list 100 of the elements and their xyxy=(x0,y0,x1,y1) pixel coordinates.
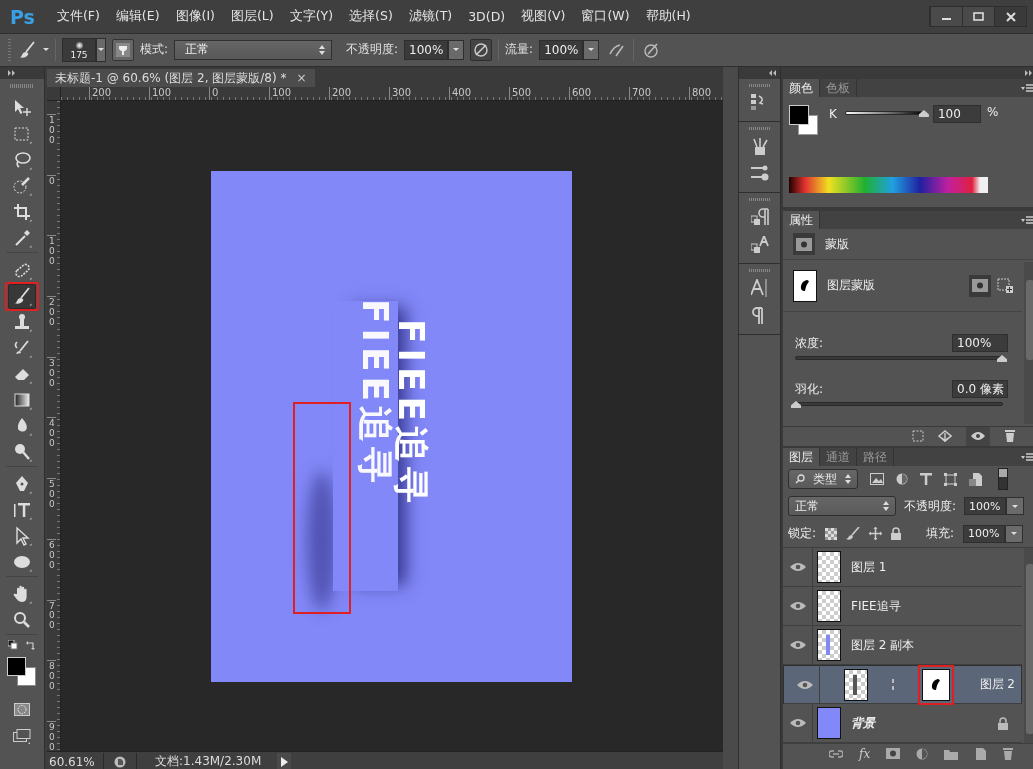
close-icon[interactable] xyxy=(1005,11,1016,22)
slider-label: 羽化: xyxy=(795,380,824,398)
trash-icon[interactable] xyxy=(1002,747,1015,760)
tab-close-button[interactable]: × xyxy=(296,71,307,85)
document-tab[interactable]: 未标题-1 @ 60.6% (图层 2, 图层蒙版/8) * × xyxy=(47,69,315,87)
panel-tab[interactable]: 属性 xyxy=(783,211,820,229)
slider-thumb[interactable] xyxy=(997,355,1007,362)
expand-icon[interactable] xyxy=(8,70,15,76)
zoom-level: 60.61% xyxy=(48,754,96,769)
adjustment-layer-icon[interactable] xyxy=(916,747,929,760)
smart-object-filter-icon[interactable] xyxy=(969,472,982,486)
lock-label: 锁定: xyxy=(788,525,817,542)
layer-filter-select[interactable]: 类型 xyxy=(788,469,858,489)
visibility-button[interactable] xyxy=(966,426,990,446)
search-icon xyxy=(795,474,805,484)
color-swatches[interactable] xyxy=(789,105,819,137)
mask-button[interactable] xyxy=(793,233,815,255)
shape-filter-icon[interactable] xyxy=(944,472,957,486)
trash-icon[interactable] xyxy=(1004,430,1016,442)
folder-icon[interactable] xyxy=(944,747,959,760)
eye-icon[interactable] xyxy=(789,601,806,611)
opacity-dropdown-button[interactable] xyxy=(1006,497,1025,515)
ruler-label: 200 xyxy=(47,296,56,357)
layer-row[interactable]: 背景 xyxy=(783,704,1022,743)
vector-mask-icon[interactable] xyxy=(997,277,1014,294)
layer-style-button[interactable]: fx xyxy=(859,746,871,761)
apply-mask-icon[interactable] xyxy=(938,430,952,442)
panel-menu-icon[interactable] xyxy=(1021,84,1033,92)
mask-select-button[interactable] xyxy=(969,274,991,297)
ruler-label: 600 xyxy=(569,87,629,100)
add-mask-icon[interactable] xyxy=(886,748,901,759)
pressure-opacity-button[interactable] xyxy=(470,38,493,61)
menu-item[interactable]: 文件(F) xyxy=(48,8,108,25)
lock-icon[interactable] xyxy=(891,527,902,540)
opacity-dropdown-button[interactable] xyxy=(448,39,465,60)
menu-item[interactable]: 文字(Y) xyxy=(281,8,342,25)
panel-menu-icon[interactable] xyxy=(1021,453,1033,461)
flow-dropdown-button[interactable] xyxy=(583,39,600,60)
menu-item[interactable]: 3D(D) xyxy=(460,9,514,24)
ruler-label: 500 xyxy=(509,87,569,100)
new-layer-icon[interactable] xyxy=(974,747,987,760)
slider-value-input[interactable]: 0.0 像素 xyxy=(952,380,1008,398)
mode-select[interactable]: 正常 xyxy=(174,39,333,60)
collapse-icon[interactable] xyxy=(769,70,776,76)
brush-size-picker[interactable]: 175 xyxy=(62,37,96,62)
panel-tab[interactable]: 图层 xyxy=(783,448,820,466)
maximize-icon[interactable] xyxy=(973,12,984,21)
layer-row[interactable]: 图层 2 xyxy=(783,665,1022,704)
layer-row[interactable]: 图层 1 xyxy=(783,548,1022,587)
eye-icon[interactable] xyxy=(789,562,806,572)
menu-item[interactable]: 视图(V) xyxy=(513,8,574,25)
pressure-icon xyxy=(473,41,490,58)
menu-item[interactable]: 图层(L) xyxy=(222,8,282,25)
lock-position-icon[interactable] xyxy=(869,527,883,540)
image-filter-icon[interactable] xyxy=(870,473,884,485)
type-filter-icon[interactable] xyxy=(920,473,932,485)
link-layers-icon[interactable] xyxy=(829,749,843,758)
app-logo: Ps xyxy=(10,5,35,28)
brush-panel-button[interactable] xyxy=(112,38,134,61)
slider-value-input[interactable]: 100% xyxy=(952,334,1008,352)
blend-mode-select[interactable]: 正常 xyxy=(788,496,896,516)
channel-value-input[interactable]: 100 xyxy=(932,105,981,123)
caret-icon xyxy=(98,48,104,51)
mask-icon xyxy=(972,279,988,292)
menu-item[interactable]: 编辑(E) xyxy=(107,8,168,25)
fill-input[interactable]: 100% xyxy=(963,524,1006,543)
color-spectrum[interactable] xyxy=(789,177,988,193)
opacity-input[interactable]: 100% xyxy=(964,497,1007,515)
panel-tab[interactable]: 颜色 xyxy=(783,79,820,97)
flow-input[interactable]: 100% xyxy=(539,39,584,60)
adjustment-filter-icon[interactable] xyxy=(896,473,908,485)
eye-icon[interactable] xyxy=(789,640,806,650)
menu-item[interactable]: 帮助(H) xyxy=(637,8,699,25)
slider-thumb[interactable] xyxy=(791,401,801,408)
filter-toggle[interactable] xyxy=(998,468,1008,490)
menu-item[interactable]: 图像(I) xyxy=(167,8,223,25)
brush-panel-icon xyxy=(116,42,130,57)
swap-colors-icon[interactable] xyxy=(26,640,36,651)
ruler-label: 100 xyxy=(269,87,329,100)
status-arrow-button[interactable] xyxy=(277,752,291,769)
menu-item[interactable]: 窗口(W) xyxy=(573,8,638,25)
panel-menu-icon[interactable] xyxy=(1021,216,1033,224)
ruler-label: 700 xyxy=(629,87,689,100)
slider-thumb[interactable] xyxy=(918,110,929,117)
zoom-icon xyxy=(12,610,32,630)
lock-paint-icon[interactable] xyxy=(846,527,861,540)
layer-name: FIEE追寻 xyxy=(851,597,901,615)
hand-icon xyxy=(12,584,32,604)
lock-pixels-icon[interactable] xyxy=(825,527,838,540)
status-menu-button[interactable] xyxy=(103,752,137,769)
menu-item[interactable]: 选择(S) xyxy=(341,8,401,25)
menu-item[interactable]: 滤镜(T) xyxy=(400,8,461,25)
opacity-input[interactable]: 100% xyxy=(404,39,449,60)
eye-icon[interactable] xyxy=(789,718,806,728)
expand-icon[interactable] xyxy=(1025,70,1032,76)
layer-row[interactable]: FIEE追寻 xyxy=(783,587,1022,626)
default-colors-icon[interactable] xyxy=(8,640,18,650)
eye-icon[interactable] xyxy=(796,679,813,690)
document-size: 文档:1.43M/2.30M xyxy=(154,753,263,769)
fill-dropdown-button[interactable] xyxy=(1005,524,1024,543)
